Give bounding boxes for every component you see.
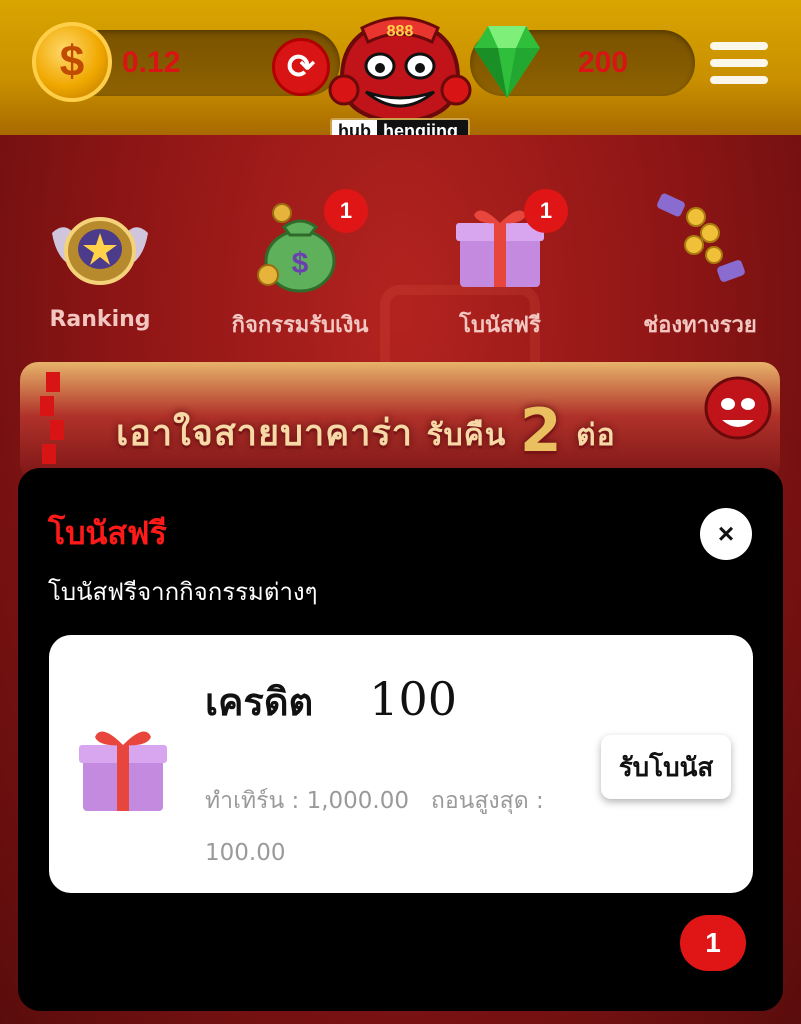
feature-menu: Ranking $ 1 กิจกรรมรับเงิน 1 โบนัสฟรี ช่… [0, 185, 801, 345]
bonus-conditions: ทำเทิร์น : 1,000.00 ถอนสูงสุด : 100.00 [205, 775, 605, 879]
credit-value: 100 [369, 672, 457, 726]
max-withdraw-label: ถอนสูงสุด : [430, 788, 544, 814]
close-button[interactable]: × [700, 508, 752, 560]
coins-hand-icon [657, 193, 745, 282]
top-bar: $ 0.12 ⟳ 200 888 hub hengjing [0, 0, 801, 144]
menu-label: กิจกรรมรับเงิน [231, 313, 369, 338]
claim-bonus-button[interactable]: รับโบนัส [601, 735, 731, 799]
gems-count: 200 [578, 46, 629, 79]
firecracker-icon [40, 372, 64, 464]
menu-label: Ranking [49, 307, 151, 332]
ranking-badge-icon [52, 217, 148, 285]
lion-dance-logo-icon [704, 376, 772, 440]
turnover-label: ทำเทิร์น : [205, 788, 300, 814]
svg-text:888: 888 [387, 23, 414, 40]
coin-icon: $ [32, 22, 112, 102]
menu-label: โบนัสฟรี [459, 313, 541, 338]
hamburger-menu-icon[interactable] [710, 42, 768, 90]
credit-row: เครดิต 100 [205, 671, 457, 732]
banner-headline: เอาใจสายบาคาร่า รับคืน 2 ต่อ [116, 396, 616, 466]
turnover-value: 1,000.00 [306, 788, 409, 814]
modal-subtitle: โบนัสฟรีจากกิจกรรมต่างๆ [48, 578, 318, 606]
diamond-icon [474, 26, 540, 98]
promo-banner[interactable]: เอาใจสายบาคาร่า รับคืน 2 ต่อ [20, 362, 780, 482]
max-withdraw-value: 100.00 [205, 840, 286, 866]
gift-box-icon [79, 731, 167, 811]
free-bonus-modal: โบนัสฟรี โบนัสฟรีจากกิจกรรมต่างๆ × เครดิ… [18, 468, 783, 1011]
notification-badge: 1 [324, 189, 368, 233]
menu-label: ช่องทางรวย [643, 313, 757, 338]
page-indicator[interactable]: 1 [680, 915, 746, 971]
balance-amount: 0.12 [122, 46, 181, 79]
notification-badge: 1 [524, 189, 568, 233]
bonus-card: เครดิต 100 ทำเทิร์น : 1,000.00 ถอนสูงสุด… [49, 635, 753, 893]
modal-title: โบนัสฟรี [48, 514, 167, 552]
svg-text:$: $ [292, 247, 309, 280]
credit-label: เครดิต [205, 680, 314, 724]
